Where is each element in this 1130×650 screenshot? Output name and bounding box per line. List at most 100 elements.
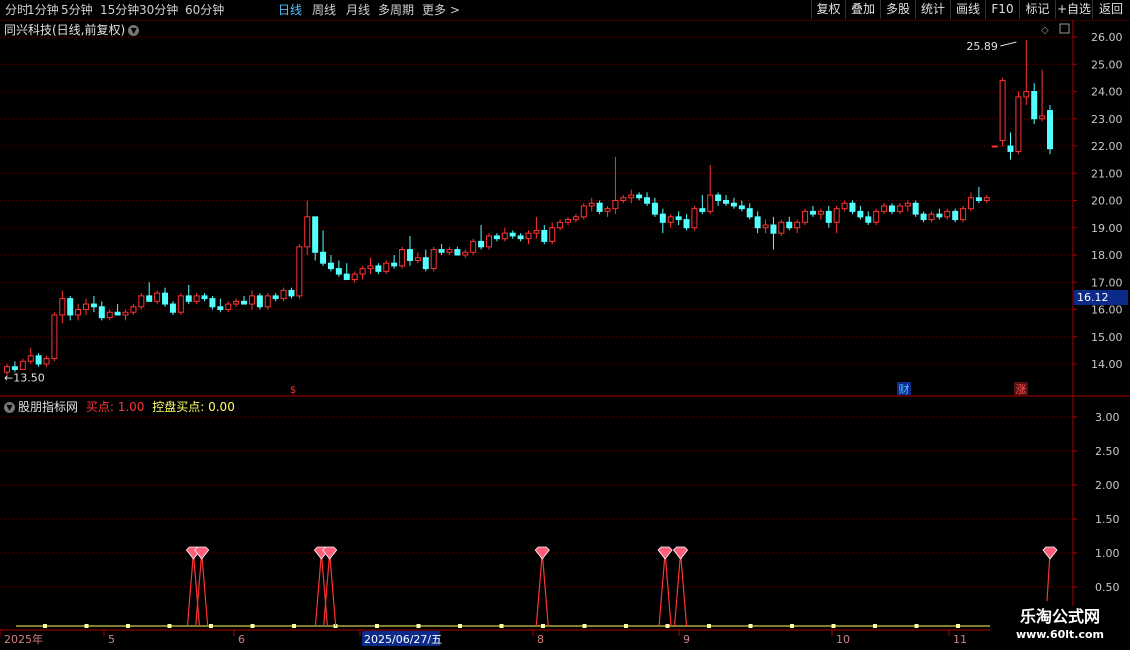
date-label: 5 [108,633,115,646]
candle-body [83,303,90,310]
candle-body [122,311,129,316]
diamond-gem-icon [657,546,673,560]
candle-body [162,292,169,305]
candle-body [944,210,951,218]
candle-body [185,295,192,302]
candle-body [849,202,856,212]
baseline-dot [624,624,628,628]
baseline-dot [292,624,296,628]
y-tick-label: 17.00 [1091,276,1123,289]
indicator-y-tick-label: 2.50 [1095,445,1120,458]
candle-body [873,210,880,223]
event-marker-limitup: 涨 [1016,383,1027,396]
candle-body [541,229,548,242]
candle-body [288,289,295,297]
candle-body [644,197,651,204]
candle-body [920,213,927,221]
buy-signal-spike [186,552,201,627]
event-marker-dividend: $ [290,385,296,396]
candle-body [967,197,974,210]
candle-body [114,311,121,316]
candle-body [572,216,579,221]
date-label: 9 [683,633,690,646]
candle-body [1015,96,1022,152]
candle-body [754,216,761,229]
candle-body [51,314,58,360]
buy-signal-spike [314,552,329,627]
candle-body [936,213,943,218]
candle-body [960,208,967,221]
candle-body [391,262,398,267]
chart-canvas[interactable]: 14.00 15.00 16.00 17.00 18.00 19.00 20.00 21.00… [0,0,1130,650]
candle-body [999,80,1006,142]
buy-signal-spike [323,552,337,627]
candle-body [746,208,753,218]
buy-signal-spike [1046,552,1051,602]
candle-body [272,295,279,300]
candle-body [335,268,342,275]
candle-body [11,366,18,370]
baseline-dot [582,624,587,628]
candle-body [991,145,998,148]
candle-body [841,202,848,210]
watermark: 乐淘公式网 www.60lt.com [990,606,1130,650]
candle-body [786,221,793,229]
diamond-gem-icon [194,546,210,560]
y-tick-label: 22.00 [1091,140,1123,153]
y-tick-label: 26.00 [1091,31,1123,44]
baseline-dot [541,624,545,628]
candle-body [794,221,801,229]
candle-body [802,210,809,223]
high-price-label: 25.89 [966,40,998,53]
candle-body [446,249,453,253]
current-price-badge: 16.12 [1074,290,1128,305]
baseline-dot [748,624,753,628]
y-tick-label: 15.00 [1091,331,1123,344]
candle-body [233,300,240,305]
indicator-y-tick-label: 0.50 [1095,581,1120,594]
candle-body [509,232,516,237]
candle-body [896,205,903,212]
candle-body [90,303,97,308]
candle-body [1031,91,1038,120]
candle-body [604,208,611,212]
candle-body [501,232,508,240]
y-tick-label: 21.00 [1091,167,1123,180]
candle-body [723,200,730,204]
event-marker-finance: 财 [899,382,910,396]
candle-body [1023,91,1030,98]
candle-body [359,268,366,275]
candle-body [1007,145,1014,152]
candle-body [217,306,224,310]
candle-body [715,194,722,202]
candle-body [27,355,34,362]
candle-body [699,208,706,212]
candle-body [75,309,82,316]
candle-body [636,194,643,199]
candle-body [983,197,990,201]
candle-body [683,219,690,229]
y-tick-label: 19.00 [1091,222,1123,235]
diamond-gem-icon [673,546,689,560]
y-tick-label: 14.00 [1091,358,1123,371]
candle-body [952,210,959,221]
candle-body [1039,115,1046,120]
baseline-dot [956,624,960,628]
candle-body [169,303,176,313]
candle-body [201,295,208,300]
candle-body [817,210,824,215]
baseline-dot [499,624,504,628]
candle-body [888,205,895,212]
candle-body [730,202,737,207]
indicator-y-tick-label: 1.50 [1095,513,1120,526]
baseline-dot [375,624,379,628]
candle-body [241,300,248,305]
candle-body [264,295,271,308]
candle-body [675,216,682,221]
date-label: 2025/06/27/五 [364,633,442,646]
baseline-dot [458,624,462,628]
candle-body [43,358,50,365]
candle-body [596,202,603,212]
candle-body [707,194,714,212]
candle-body [304,216,311,248]
